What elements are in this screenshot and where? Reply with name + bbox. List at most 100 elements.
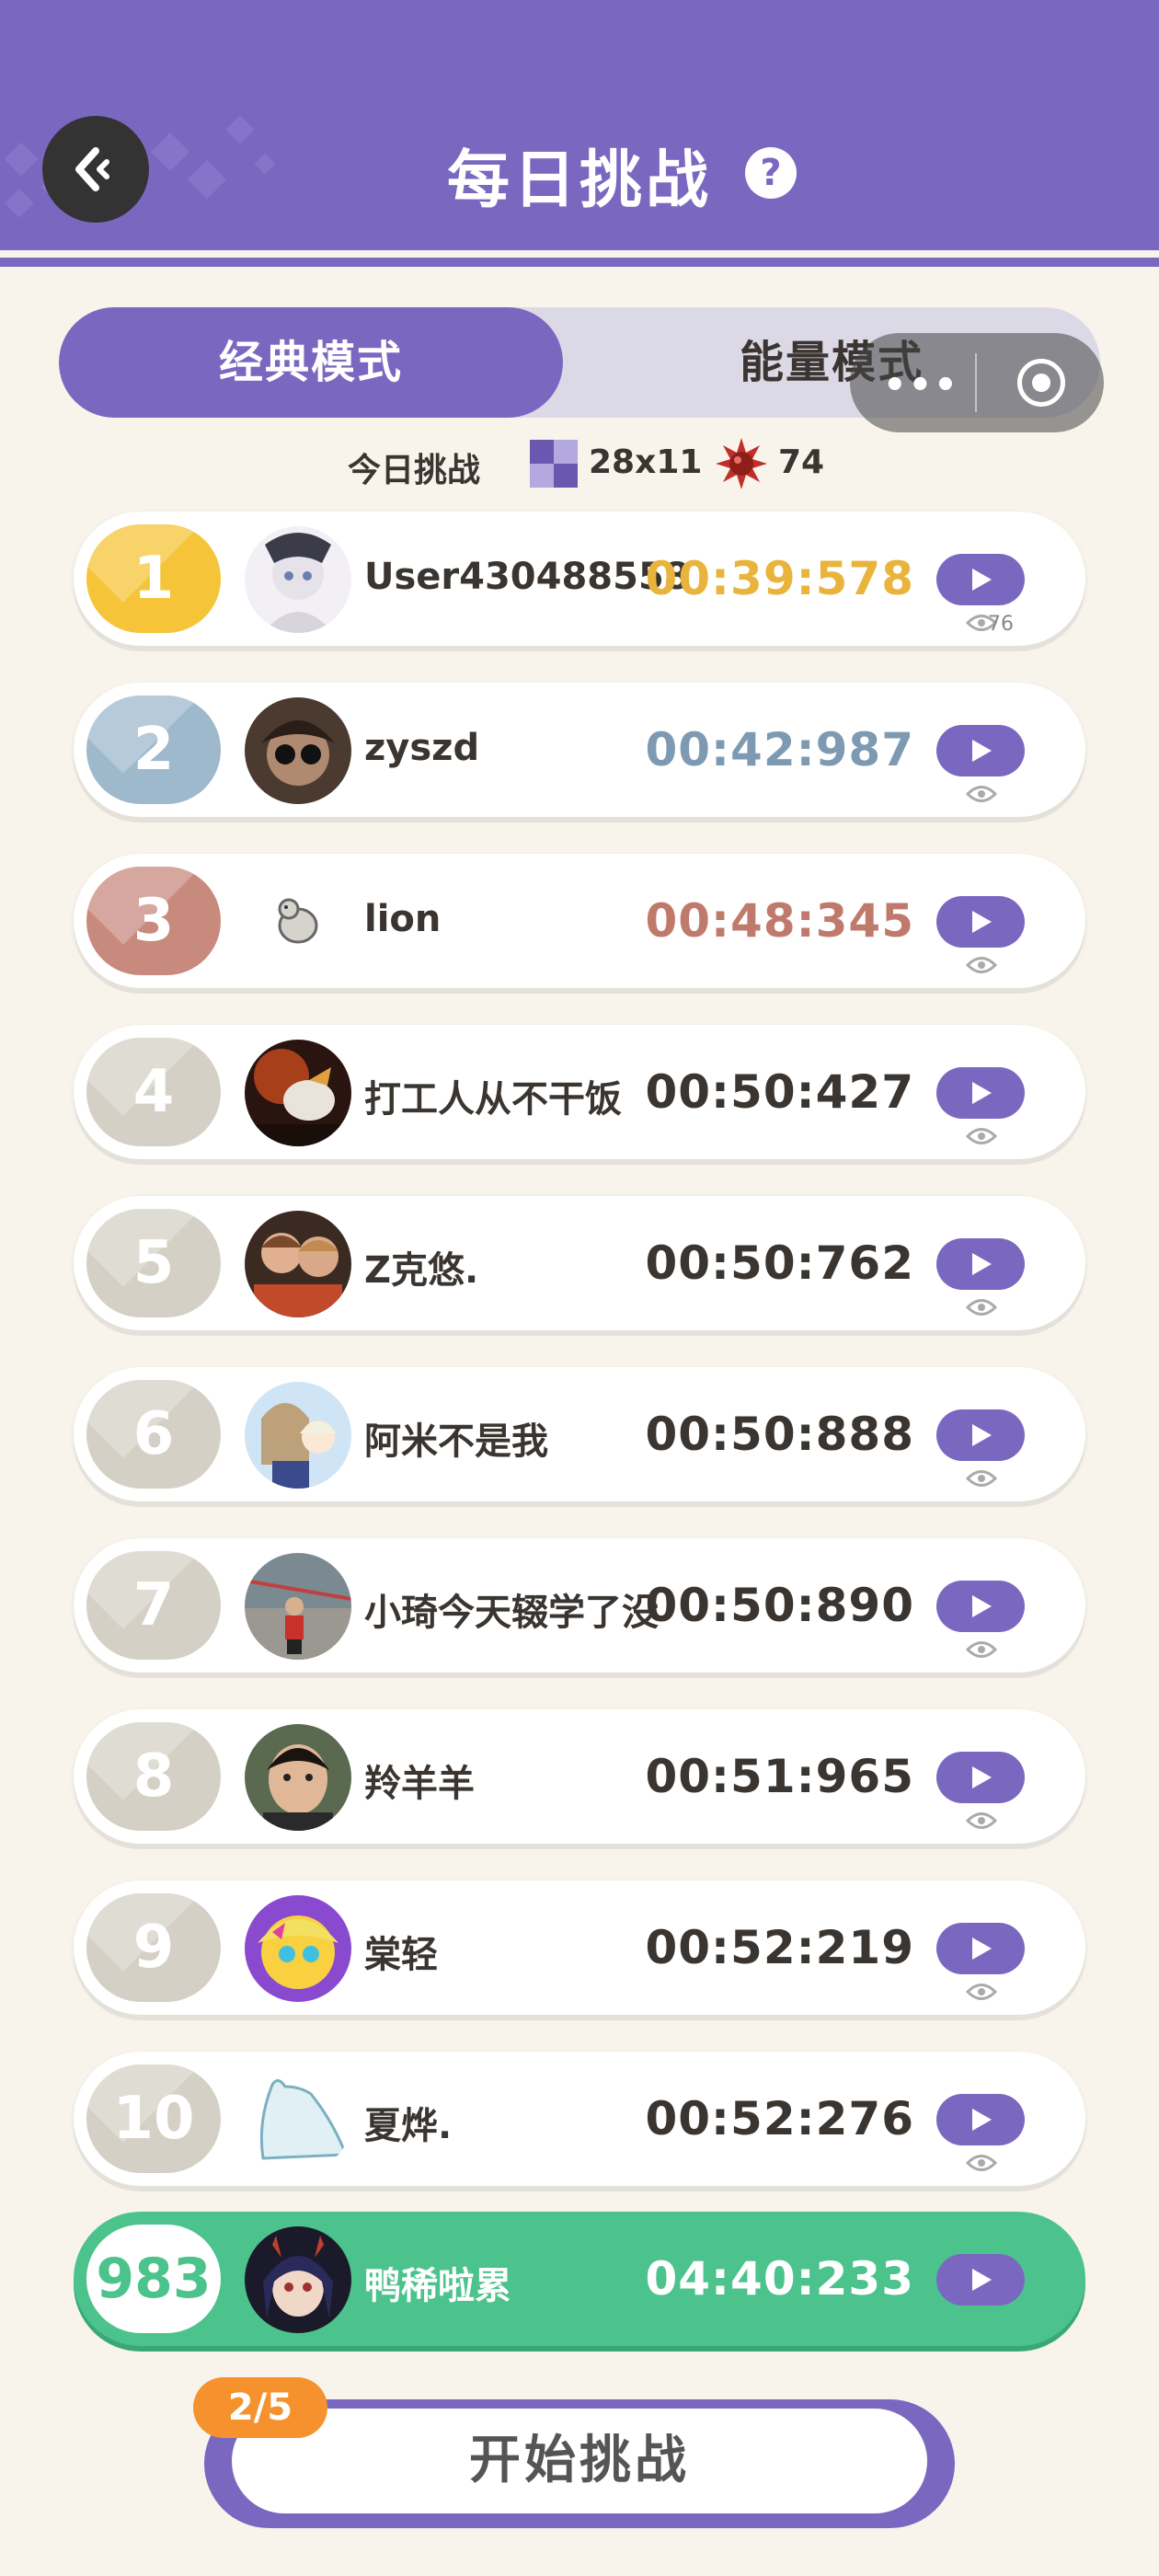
header-divider [0,250,1159,258]
finish-time: 00:50:427 [645,1065,914,1119]
avatar [245,868,351,975]
replay-button[interactable] [936,2254,1025,2306]
rank-badge: 9 [86,1893,221,2002]
play-icon [972,1938,992,1960]
rank-badge: 2 [86,696,221,804]
replay-button[interactable] [936,1409,1025,1461]
avatar [245,1040,351,1146]
eye-icon [966,2155,997,2171]
avatar [245,1724,351,1831]
replay-button[interactable] [936,2094,1025,2145]
replay-button[interactable] [936,725,1025,776]
mine-icon [716,438,767,489]
miniprogram-capsule: ••• [850,333,1104,432]
play-icon [972,1766,992,1788]
player-name: 小琦今天辍学了没 [364,1592,659,1634]
avatar [245,1895,351,2002]
player-name: 阿米不是我 [364,1420,548,1463]
play-icon [972,2109,992,2131]
finish-time: 00:42:987 [645,723,914,776]
header-divider-line [0,258,1159,267]
avatar [245,697,351,804]
rank-badge: 4 [86,1038,221,1146]
eye-icon [966,786,997,802]
rank-badge: 7 [86,1551,221,1660]
leaderboard-row[interactable]: 7 小琦今天辍学了没 00:50:890 [74,1538,1085,1673]
finish-time: 00:52:276 [645,2092,914,2145]
avatar [245,2066,351,2173]
play-icon [972,1082,992,1104]
avatar [245,1211,351,1317]
capsule-divider [975,353,977,412]
finish-time: 00:50:762 [645,1236,914,1290]
page-title: 每日挑战 [446,144,712,217]
question-circle-icon[interactable]: ? [745,147,797,199]
replay-button[interactable] [936,1923,1025,1974]
player-name: 打工人从不干饭 [364,1078,622,1121]
eye-icon [966,1984,997,2000]
header-bar: 每日挑战 ? [0,0,1159,250]
close-target-icon[interactable] [1017,359,1065,407]
finish-time: 00:39:578 [645,552,914,605]
leaderboard-row[interactable]: 3 lion 00:48:345 [74,854,1085,988]
rank-badge: 3 [86,867,221,975]
mine-count: 74 [778,443,825,481]
play-icon [972,2269,992,2291]
avatar [245,526,351,633]
tab-classic-mode[interactable]: 经典模式 [59,307,563,418]
eye-icon [966,1812,997,1829]
challenge-info: 今日挑战 28x11 74 [0,432,1159,491]
replay-button[interactable] [936,1067,1025,1119]
player-name: 棠轻 [364,1934,438,1976]
play-icon [972,911,992,933]
rank-badge: 10 [86,2064,221,2173]
leaderboard-row[interactable]: 5 Z克悠. 00:50:762 [74,1196,1085,1330]
eye-icon [966,1299,997,1316]
leaderboard-row[interactable]: 1 User430488558 00:39:578 76 [74,512,1085,646]
avatar [245,1382,351,1489]
replay-button[interactable] [936,1752,1025,1803]
avatar [245,1553,351,1660]
grid-size: 28x11 [589,443,703,481]
leaderboard-row[interactable]: 4 打工人从不干饭 00:50:427 [74,1025,1085,1159]
rank-badge: 8 [86,1722,221,1831]
player-name: 夏烨. [364,2105,453,2147]
eye-icon [966,957,997,973]
player-name: 羚羊羊 [364,1763,475,1805]
play-icon [972,569,992,591]
rank-badge: 983 [86,2225,221,2333]
player-name: User430488558 [364,556,690,598]
replay-button[interactable] [936,554,1025,605]
replay-button[interactable] [936,1581,1025,1632]
player-name: 鸭稀啦累 [364,2265,511,2307]
start-challenge-label: 开始挑战 [232,2409,927,2513]
replay-button[interactable] [936,1238,1025,1290]
view-count: 76 [988,613,1014,636]
rank-badge: 5 [86,1209,221,1317]
finish-time: 04:40:233 [645,2252,914,2306]
player-name: zyszd [364,727,480,769]
finish-time: 00:48:345 [645,894,914,948]
grid-icon [530,440,578,488]
play-icon [972,1424,992,1446]
leaderboard-row[interactable]: 10 夏烨. 00:52:276 [74,2052,1085,2186]
replay-button[interactable] [936,896,1025,948]
finish-time: 00:51:965 [645,1750,914,1803]
leaderboard-row[interactable]: 6 阿米不是我 00:50:888 [74,1367,1085,1501]
leaderboard-row[interactable]: 8 羚羊羊 00:51:965 [74,1709,1085,1844]
finish-time: 00:50:888 [645,1408,914,1461]
finish-time: 00:52:219 [645,1921,914,1974]
rank-badge: 6 [86,1380,221,1489]
player-name: Z克悠. [364,1249,479,1292]
leaderboard-row[interactable]: 2 zyszd 00:42:987 [74,683,1085,817]
finish-time: 00:50:890 [645,1579,914,1632]
eye-icon [966,1470,997,1487]
avatar [245,2226,351,2333]
more-menu-icon[interactable]: ••• [883,364,959,407]
leaderboard-row[interactable]: 9 棠轻 00:52:219 [74,1880,1085,2015]
attempts-counter-badge: 2/5 [193,2377,327,2438]
eye-icon [966,1128,997,1144]
my-rank-row[interactable]: 983 鸭稀啦累 04:40:233 [74,2212,1085,2346]
play-icon [972,1595,992,1617]
eye-icon [966,1641,997,1658]
